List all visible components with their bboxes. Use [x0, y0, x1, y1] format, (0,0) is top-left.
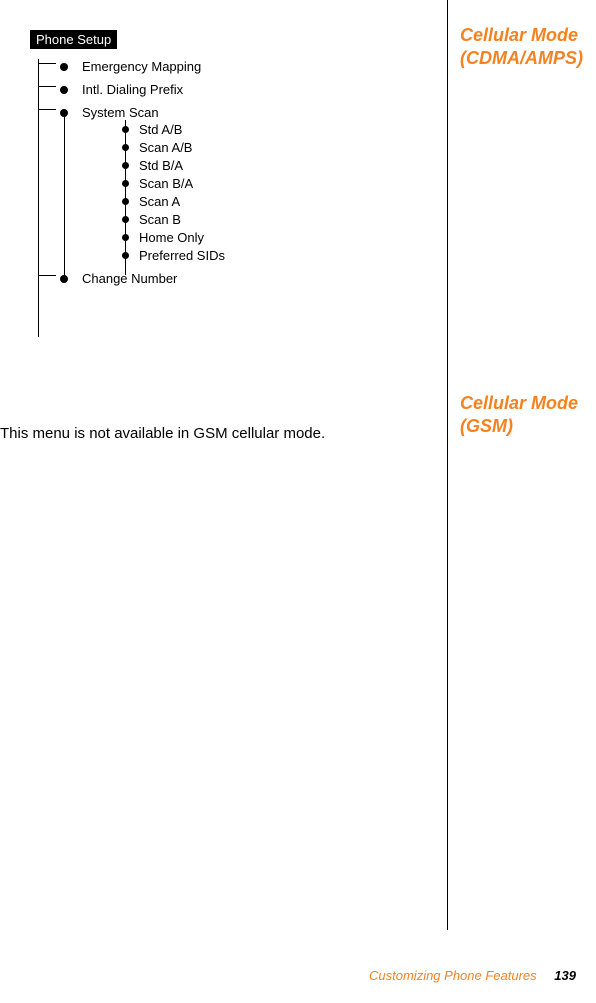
submenu-item-label: Scan A: [139, 194, 180, 209]
tree-vline-1: [38, 59, 39, 337]
submenu-item-label: Std A/B: [139, 122, 182, 137]
submenu-item-label: Scan B: [139, 212, 181, 227]
menu-item: Emergency Mapping: [60, 59, 440, 74]
menu-root-label: Phone Setup: [30, 30, 117, 49]
main-content: Phone Setup Emergency Mapping Intl. Dial…: [0, 30, 440, 294]
menu-item-label: Change Number: [82, 271, 177, 286]
menu-item: Intl. Dialing Prefix: [60, 82, 440, 97]
bullet-icon: [122, 162, 129, 169]
submenu-item-label: Home Only: [139, 230, 204, 245]
bullet-icon: [60, 86, 68, 94]
submenu-item-label: Scan A/B: [139, 140, 192, 155]
menu-tree: Phone Setup Emergency Mapping Intl. Dial…: [30, 30, 440, 286]
menu-item-label: Emergency Mapping: [82, 59, 201, 74]
submenu-item: Home Only: [122, 230, 440, 245]
bullet-icon: [122, 144, 129, 151]
submenu-item-label: Std B/A: [139, 158, 183, 173]
submenu-item: Scan B/A: [122, 176, 440, 191]
menu-item-label: System Scan: [82, 105, 159, 120]
tree-hline: [38, 275, 56, 276]
menu-item: System Scan: [60, 105, 440, 120]
bullet-icon: [122, 234, 129, 241]
tree-hline: [38, 86, 56, 87]
submenu-item: Std A/B: [122, 122, 440, 137]
bullet-icon: [122, 198, 129, 205]
tree-container: Emergency Mapping Intl. Dialing Prefix S…: [30, 59, 440, 286]
vertical-divider: [447, 0, 448, 930]
bullet-icon: [60, 275, 68, 283]
bullet-icon: [122, 126, 129, 133]
submenu-item-label: Scan B/A: [139, 176, 193, 191]
level1-list: Emergency Mapping Intl. Dialing Prefix S…: [60, 59, 440, 286]
tree-hline: [38, 63, 56, 64]
bullet-icon: [60, 63, 68, 71]
gsm-note-text: This menu is not available in GSM cellul…: [0, 425, 440, 442]
submenu-item: Scan B: [122, 212, 440, 227]
menu-item: Change Number: [60, 271, 440, 286]
page: Phone Setup Emergency Mapping Intl. Dial…: [0, 0, 596, 1003]
side-heading-gsm: Cellular Mode (GSM): [460, 392, 580, 437]
bullet-icon: [122, 252, 129, 259]
page-footer: Customizing Phone Features 139: [369, 968, 576, 983]
menu-item-label: Intl. Dialing Prefix: [82, 82, 183, 97]
footer-section-title: Customizing Phone Features: [369, 968, 537, 983]
submenu-item-label: Preferred SIDs: [139, 248, 225, 263]
submenu-item: Std B/A: [122, 158, 440, 173]
bullet-icon: [122, 180, 129, 187]
submenu-item: Preferred SIDs: [122, 248, 440, 263]
level2-list: Std A/B Scan A/B Std B/A Scan B/A: [122, 122, 440, 263]
footer-page-number: 139: [554, 968, 576, 983]
submenu-item: Scan A/B: [122, 140, 440, 155]
tree-hline: [38, 109, 56, 110]
side-heading-cdma: Cellular Mode (CDMA/AMPS): [460, 24, 580, 69]
bullet-icon: [122, 216, 129, 223]
tree-vline-2a: [64, 112, 65, 282]
submenu-item: Scan A: [122, 194, 440, 209]
